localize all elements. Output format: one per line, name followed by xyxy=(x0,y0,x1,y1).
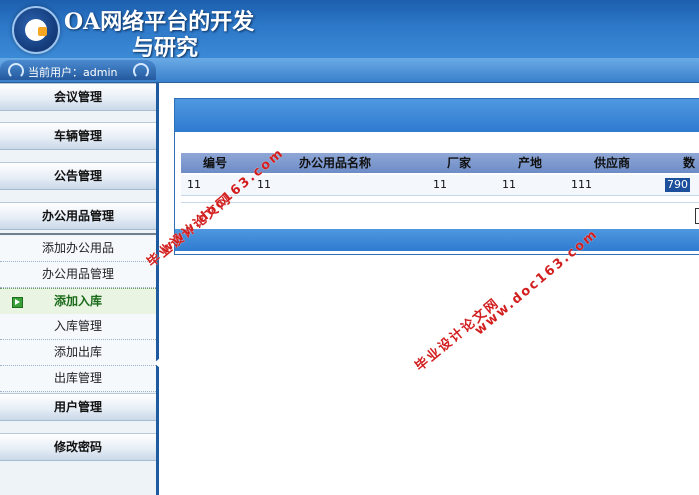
table-divider xyxy=(181,202,699,203)
panel-footer-bar xyxy=(175,229,699,251)
sidebar-item-add-stock-in[interactable]: 添加入库 xyxy=(0,288,156,315)
sidebar-item-add-stock-out[interactable]: 添加出库 xyxy=(0,340,156,366)
app-header: OA网络平台的开发 与研究 xyxy=(0,0,699,58)
cell-quantity[interactable]: 790 xyxy=(665,178,690,192)
sidebar-collapse-handle[interactable] xyxy=(154,358,160,368)
cell-supplier: 111 xyxy=(571,178,592,191)
sidebar: 会议管理 车辆管理 公告管理 办公用品管理 添加办公用品 办公用品管理 添加入库… xyxy=(0,83,159,495)
column-header-supplier: 供应商 xyxy=(594,156,631,170)
column-header-name: 办公用品名称 xyxy=(299,156,372,170)
column-header-manufacturer: 厂家 xyxy=(447,156,472,170)
app-title-line2: 与研究 xyxy=(132,35,199,58)
menu-change-password[interactable]: 修改密码 xyxy=(0,433,156,461)
column-header-id: 编号 xyxy=(203,156,228,170)
menu-office-supplies-management[interactable]: 办公用品管理 xyxy=(0,202,156,230)
current-user-label: 当前用户：admin xyxy=(28,66,118,79)
cell-origin: 11 xyxy=(502,178,516,191)
sidebar-item-label: 添加入库 xyxy=(53,294,102,308)
menu-user-management[interactable]: 用户管理 xyxy=(0,393,156,421)
tab-ring-left-icon xyxy=(8,63,24,79)
watermark-text-2: 毕业设计论文网 xyxy=(412,295,503,375)
user-bar: 当前用户：admin xyxy=(0,58,699,83)
sidebar-item-stock-out-management[interactable]: 出库管理 xyxy=(0,366,156,392)
menu-vehicle-management[interactable]: 车辆管理 xyxy=(0,122,156,150)
menu-meeting-management[interactable]: 会议管理 xyxy=(0,83,156,111)
menu-notice-management[interactable]: 公告管理 xyxy=(0,162,156,190)
sidebar-item-office-supply-management[interactable]: 办公用品管理 xyxy=(0,262,156,288)
tab-ring-right-icon xyxy=(133,63,149,79)
cell-id: 11 xyxy=(187,178,201,191)
logo-icon xyxy=(12,6,60,54)
menu-divider xyxy=(0,233,156,235)
arrow-right-icon xyxy=(12,297,23,308)
pager-input[interactable] xyxy=(695,208,699,224)
sidebar-item-add-office-supply[interactable]: 添加办公用品 xyxy=(0,236,156,262)
panel-header-bar xyxy=(175,99,699,132)
cell-manufacturer: 11 xyxy=(433,178,447,191)
column-header-origin: 产地 xyxy=(518,156,543,170)
sidebar-item-stock-in-management[interactable]: 入库管理 xyxy=(0,314,156,340)
current-user-tab: 当前用户：admin xyxy=(0,60,156,80)
column-header-quantity: 数 xyxy=(683,156,696,170)
